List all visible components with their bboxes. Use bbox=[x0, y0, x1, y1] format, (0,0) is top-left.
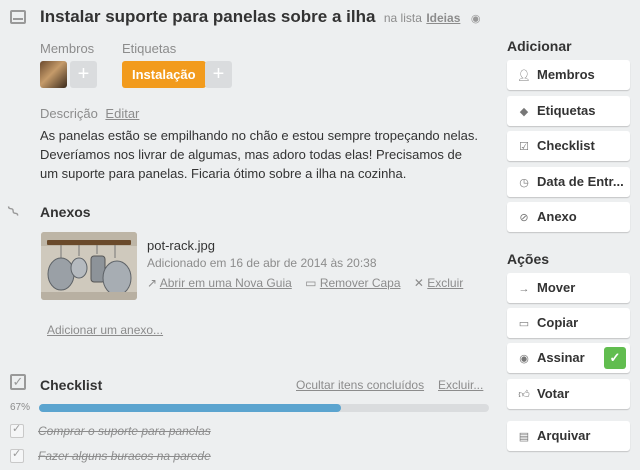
subscribed-check-icon: ✓ bbox=[604, 347, 626, 369]
paperclip-icon: ⊘ bbox=[519, 212, 529, 224]
attachments-title: Anexos bbox=[40, 204, 91, 220]
checklist-title: Checklist bbox=[40, 377, 103, 393]
watch-eye-icon: ◉ bbox=[470, 13, 481, 25]
card-icon bbox=[10, 10, 26, 24]
move-button[interactable]: → Mover bbox=[507, 273, 630, 303]
list-link[interactable]: Ideias bbox=[426, 11, 460, 25]
checklist-icon: ✓ bbox=[10, 374, 26, 390]
checklist-item[interactable]: Comprar o suporte para panelas bbox=[10, 422, 211, 438]
arrow-right-icon: → bbox=[518, 283, 530, 295]
vote-button[interactable]: 👍︎ Votar bbox=[507, 379, 630, 409]
in-list-prefix: na lista bbox=[383, 11, 422, 25]
card-title[interactable]: Instalar suporte para panelas sobre a il… bbox=[40, 7, 375, 26]
edit-description-link[interactable]: Editar bbox=[105, 106, 139, 121]
archive-icon: ▤ bbox=[518, 431, 530, 443]
tag-icon: ◆ bbox=[519, 106, 529, 118]
open-new-tab-link[interactable]: Abrir em uma Nova Guia bbox=[160, 276, 292, 290]
add-attachment-link[interactable]: Adicionar um anexo... bbox=[47, 323, 163, 337]
checklist-progress-bar bbox=[39, 404, 489, 412]
attachment-thumbnail[interactable] bbox=[41, 232, 137, 300]
label-chip[interactable]: Instalação bbox=[122, 61, 206, 88]
eye-icon: ◉ bbox=[519, 353, 529, 365]
pot-rack-image bbox=[41, 232, 137, 300]
sidebar-members-button[interactable]: 👤︎ Membros bbox=[507, 60, 630, 90]
card-cover-icon: ▭ bbox=[305, 276, 317, 290]
card-icon: ▭ bbox=[518, 318, 530, 330]
attachment-actions: ↗ Abrir em uma Nova Guia ▭ Remover Capa … bbox=[147, 276, 473, 290]
labels-label: Etiquetas bbox=[122, 41, 177, 56]
subscribe-button[interactable]: ◉ Assinar ✓ bbox=[507, 343, 630, 373]
hide-completed-link[interactable]: Ocultar itens concluídos bbox=[296, 378, 424, 392]
attachment-added-date: Adicionado em 16 de abr de 2014 às 20:38 bbox=[147, 256, 377, 270]
clock-icon: ◷ bbox=[519, 177, 529, 189]
description-label: Descrição bbox=[40, 106, 98, 121]
sidebar-attachment-button[interactable]: ⊘ Anexo bbox=[507, 202, 630, 232]
description-text: As panelas estão se empilhando no chão e… bbox=[40, 128, 478, 181]
delete-attachment-link[interactable]: Excluir bbox=[427, 276, 463, 290]
add-section-title: Adicionar bbox=[507, 38, 572, 54]
sidebar-due-date-button[interactable]: ◷ Data de Entr... bbox=[507, 167, 630, 197]
delete-checklist-link[interactable]: Excluir... bbox=[438, 378, 483, 392]
attachment-filename: pot-rack.jpg bbox=[147, 238, 215, 253]
add-member-button[interactable]: + bbox=[70, 61, 97, 88]
checkbox-icon: ☑ bbox=[519, 141, 529, 153]
description-header: Descrição Editar bbox=[40, 106, 139, 121]
checklist-percent: 67% bbox=[10, 402, 31, 413]
members-label: Membros bbox=[40, 41, 95, 56]
person-icon: 👤︎ bbox=[517, 70, 531, 82]
external-link-icon: ↗ bbox=[147, 276, 158, 290]
copy-button[interactable]: ▭ Copiar bbox=[507, 308, 630, 338]
checklist-progress-fill bbox=[39, 404, 341, 412]
actions-section-title: Ações bbox=[507, 251, 550, 267]
close-icon: ✕ bbox=[413, 276, 424, 290]
checklist-item-text: Fazer alguns buracos na parede bbox=[38, 448, 211, 463]
remove-cover-link[interactable]: Remover Capa bbox=[320, 276, 401, 290]
checkbox[interactable] bbox=[10, 422, 24, 438]
sidebar-labels-button[interactable]: ◆ Etiquetas bbox=[507, 96, 630, 126]
checklist-item-text: Comprar o suporte para panelas bbox=[38, 423, 211, 438]
card-header: Instalar suporte para panelas sobre a il… bbox=[40, 7, 480, 27]
avatar[interactable] bbox=[40, 61, 67, 88]
archive-button[interactable]: ▤ Arquivar bbox=[507, 421, 630, 451]
checklist-item[interactable]: Fazer alguns buracos na parede bbox=[10, 447, 211, 463]
thumbs-up-icon: 👍︎ bbox=[518, 389, 530, 401]
sidebar-checklist-button[interactable]: ☑ Checklist bbox=[507, 131, 630, 161]
checkbox[interactable] bbox=[10, 447, 24, 463]
paperclip-icon: ⌇ bbox=[4, 201, 24, 222]
add-label-button[interactable]: + bbox=[205, 61, 232, 88]
